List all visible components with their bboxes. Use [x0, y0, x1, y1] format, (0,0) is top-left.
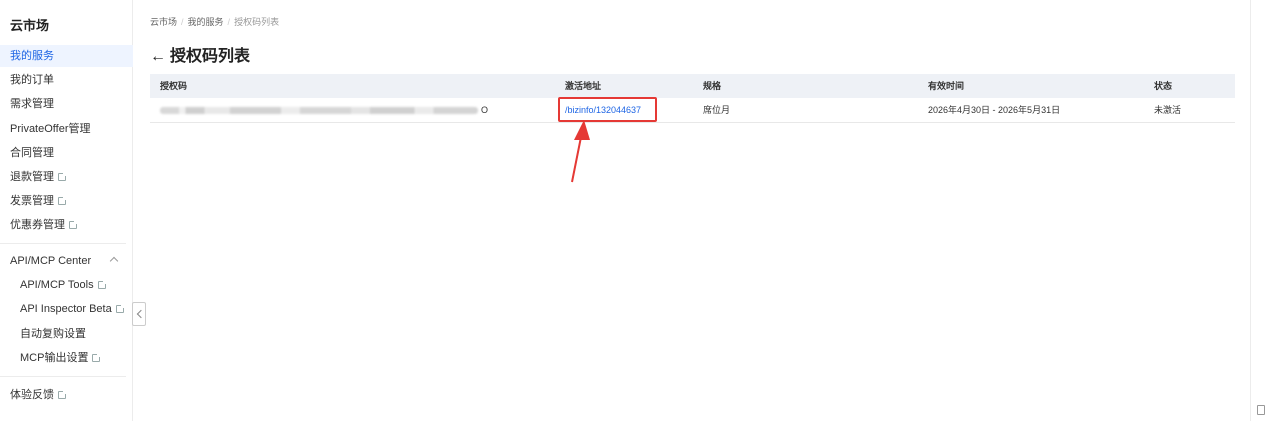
external-link-icon — [58, 196, 67, 205]
sidebar-item-feedback[interactable]: 体验反馈 — [0, 384, 133, 406]
sidebar-item-label: MCP输出设置 — [20, 352, 89, 364]
external-link-icon — [58, 390, 67, 399]
sidebar-item-label: 优惠券管理 — [10, 219, 65, 231]
breadcrumb-item[interactable]: 云市场 — [150, 17, 177, 27]
sidebar-divider — [0, 376, 126, 377]
sidebar: 云市场 我的服务 我的订单 需求管理 PrivateOffer管理 合同管理 退… — [0, 0, 133, 421]
sidebar-item-coupons[interactable]: 优惠券管理 — [0, 214, 133, 236]
sidebar-item-label: 体验反馈 — [10, 389, 54, 401]
annotation-arrow-icon — [571, 120, 590, 183]
external-link-icon — [92, 353, 102, 362]
sidebar-group-label: API/MCP Center — [10, 255, 92, 267]
license-code-blurred — [160, 107, 478, 114]
document-icon[interactable] — [1257, 405, 1265, 415]
chevron-up-icon — [109, 256, 119, 266]
sidebar-item-private-offer[interactable]: PrivateOffer管理 — [0, 118, 133, 140]
sidebar-item-label: API Inspector Beta — [20, 303, 112, 315]
license-code-table: 授权码 激活地址 规格 有效时间 状态 O /bizinfo/132044637… — [150, 74, 1235, 123]
sidebar-group-api-mcp-center[interactable]: API/MCP Center — [0, 250, 133, 272]
sidebar-item-label: API/MCP Tools — [20, 279, 94, 291]
column-header: 授权码 — [160, 81, 188, 91]
license-code-tail: O — [481, 105, 489, 115]
sidebar-item-label: PrivateOffer管理 — [10, 123, 91, 135]
breadcrumb-current: 授权码列表 — [234, 17, 280, 27]
sidebar-item-mcp-output[interactable]: MCP输出设置 — [0, 347, 133, 369]
sidebar-item-label: 需求管理 — [10, 98, 54, 110]
sidebar-item-invoices[interactable]: 发票管理 — [0, 190, 133, 212]
sidebar-item-my-services[interactable]: 我的服务 — [0, 45, 133, 67]
spec-cell: 席位月 — [703, 105, 731, 115]
sidebar-item-refunds[interactable]: 退款管理 — [0, 166, 133, 188]
table-header: 授权码 激活地址 规格 有效时间 状态 — [150, 74, 1235, 98]
external-link-icon — [69, 220, 78, 229]
right-panel-edge — [1250, 0, 1268, 421]
breadcrumb: 云市场 / 我的服务 / 授权码列表 — [150, 17, 280, 27]
valid-period-cell: 2026年4月30日 - 2026年5月31日 — [928, 105, 1061, 115]
page-title-text: 授权码列表 — [170, 48, 251, 65]
page-title: ← 授权码列表 — [150, 42, 250, 66]
brand-title: 云市场 — [10, 18, 50, 33]
sidebar-item-label: 退款管理 — [10, 171, 54, 183]
sidebar-collapse-button[interactable] — [132, 302, 146, 326]
breadcrumb-item[interactable]: 我的服务 — [188, 17, 224, 27]
sidebar-item-label: 我的订单 — [10, 74, 54, 86]
external-link-icon — [115, 304, 125, 313]
sidebar-divider — [0, 243, 126, 244]
external-link-icon — [58, 172, 67, 181]
sidebar-item-my-orders[interactable]: 我的订单 — [0, 69, 133, 91]
column-header: 有效时间 — [928, 81, 965, 91]
sidebar-item-contracts[interactable]: 合同管理 — [0, 142, 133, 164]
external-link-icon — [97, 280, 107, 289]
sidebar-item-api-mcp-tools[interactable]: API/MCP Tools — [0, 274, 133, 296]
column-header: 激活地址 — [565, 81, 602, 91]
table-row: O /bizinfo/132044637 席位月 2026年4月30日 - 20… — [150, 98, 1235, 123]
column-header: 规格 — [703, 81, 722, 91]
sidebar-item-label: 我的服务 — [10, 50, 54, 62]
sidebar-item-auto-repurchase[interactable]: 自动复购设置 — [0, 323, 133, 345]
sidebar-item-label: 发票管理 — [10, 195, 54, 207]
status-cell: 未激活 — [1154, 105, 1182, 115]
sidebar-item-requirements[interactable]: 需求管理 — [0, 93, 133, 115]
column-header: 状态 — [1154, 81, 1173, 91]
back-arrow-icon[interactable]: ← — [150, 48, 166, 66]
sidebar-item-api-inspector[interactable]: API Inspector Beta — [0, 298, 133, 320]
sidebar-item-label: 自动复购设置 — [20, 328, 86, 340]
sidebar-item-label: 合同管理 — [10, 147, 54, 159]
